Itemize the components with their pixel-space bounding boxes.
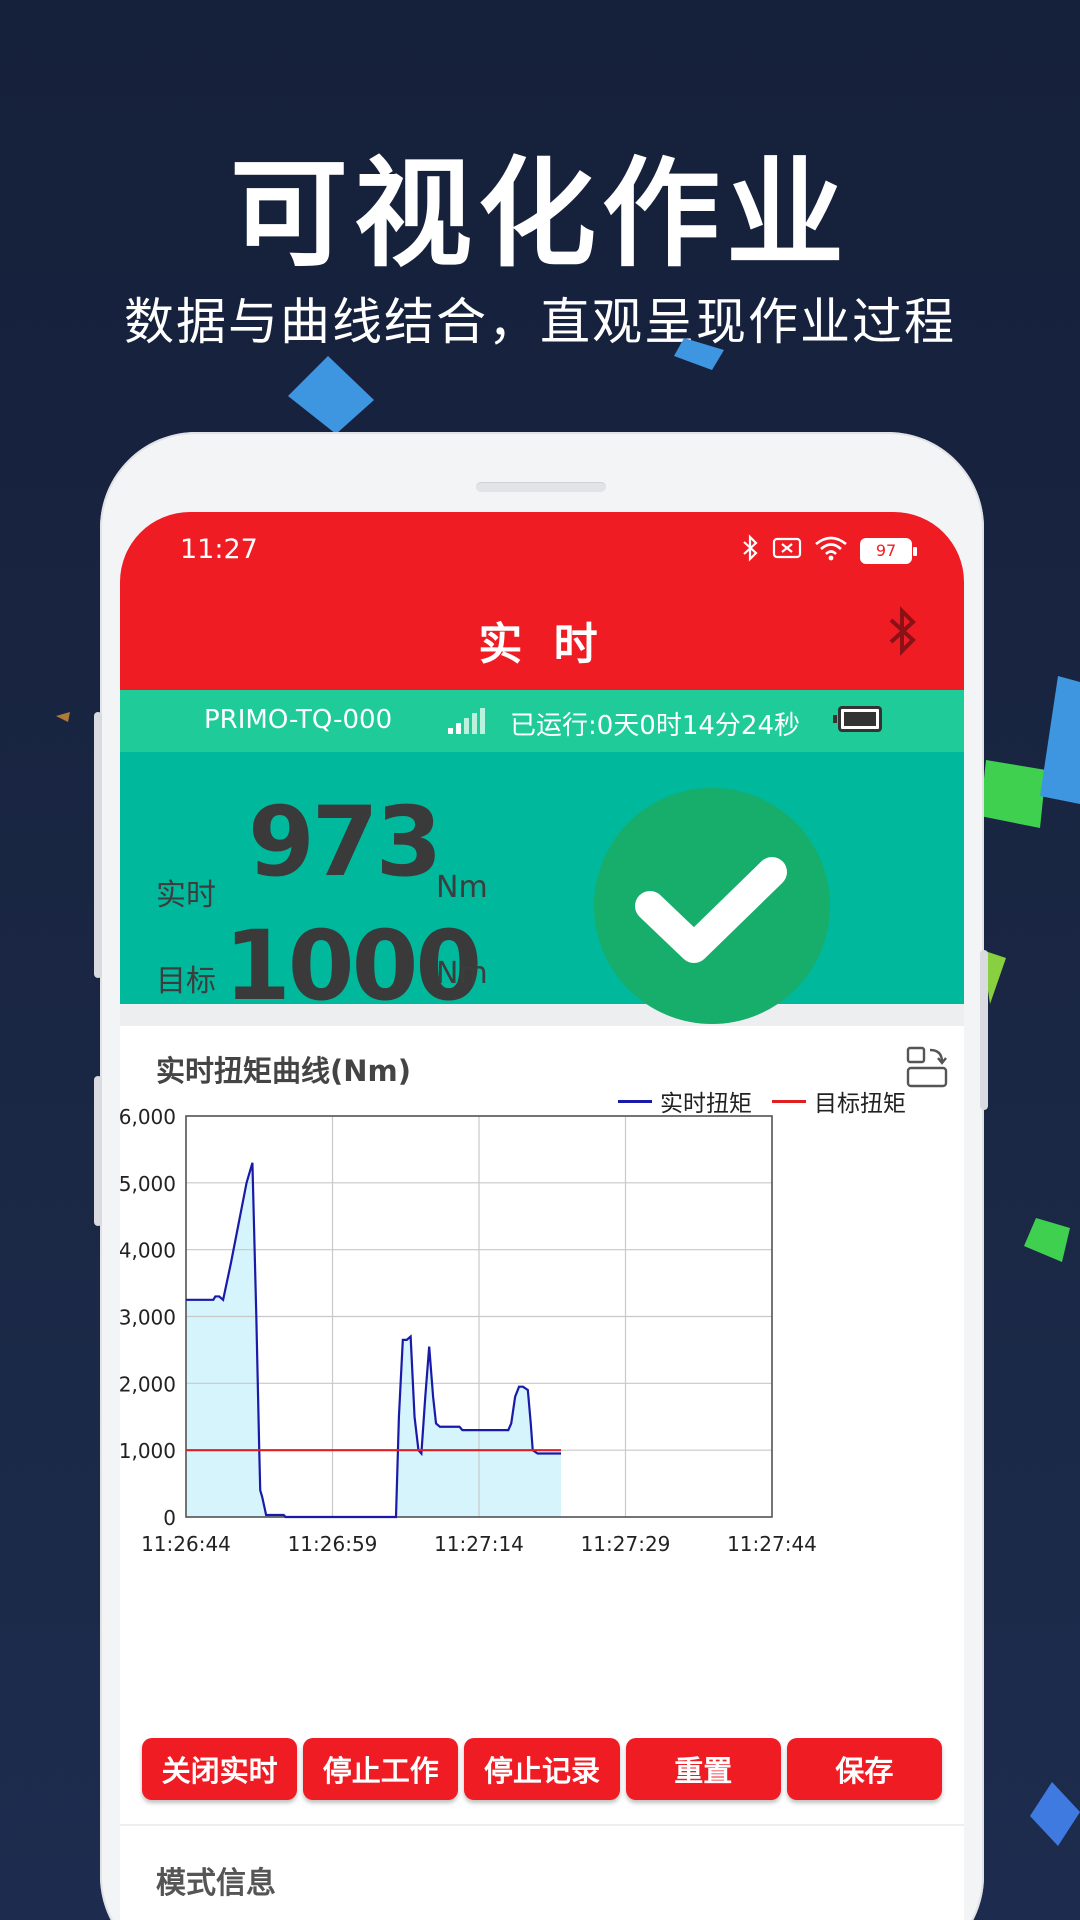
legend-swatch-realtime (618, 1099, 652, 1103)
reset-button[interactable]: 重置 (625, 1738, 781, 1800)
status-ok-badge (594, 788, 830, 1024)
mode-info-card[interactable]: 模式信息 (120, 1826, 964, 1920)
battery-status: 97 (860, 538, 917, 564)
torque-chart-card: 实时扭矩曲线(Nm) 实时扭矩 目标扭矩 6,000 5,000 4,000 3,00… (120, 1026, 964, 1738)
y-tick-label: 3,000 (120, 1306, 176, 1330)
app-bar: 11:27 97 实 时 (120, 512, 964, 690)
device-bar: PRIMO-TQ-000 已运行:0天0时14分24秒 (120, 690, 964, 752)
promo-subline: 数据与曲线结合，直观呈现作业过程 (124, 293, 956, 351)
mode-info-title: 模式信息 (156, 1866, 276, 1901)
sim-off-icon (772, 536, 802, 566)
signal-icon (448, 708, 485, 734)
device-name: PRIMO-TQ-000 (204, 705, 393, 735)
phone-side-button (94, 1076, 102, 1226)
confetti-shape (56, 712, 70, 722)
confetti-shape (1040, 676, 1080, 804)
x-tick-label: 11:27:44 (727, 1532, 817, 1556)
confetti-shape (288, 356, 374, 434)
stop-record-button[interactable]: 停止记录 (464, 1738, 620, 1800)
y-tick-label: 4,000 (120, 1239, 176, 1263)
y-tick-label: 1,000 (120, 1439, 176, 1463)
y-tick-label: 6,000 (120, 1105, 176, 1129)
rotate-screen-icon (906, 1046, 948, 1088)
wifi-icon (814, 535, 848, 567)
save-button[interactable]: 保存 (786, 1738, 943, 1800)
y-tick-label: 2,000 (120, 1372, 176, 1396)
page-title: 实 时 (478, 619, 606, 670)
torque-chart: 6,000 5,000 4,000 3,000 2,000 1,000 011:26:44 1… (120, 1105, 817, 1556)
x-tick-label: 11:27:29 (581, 1532, 671, 1556)
bluetooth-status-icon (742, 534, 760, 568)
app-screen: 11:27 97 实 时 PRIMO-TQ-000 已运行:0天0时14分24秒… (120, 512, 964, 1920)
rotate-screen-button[interactable] (904, 1044, 950, 1094)
confetti-shape (1030, 1782, 1080, 1846)
bluetooth-icon (889, 606, 916, 656)
close-realtime-button[interactable]: 关闭实时 (142, 1738, 298, 1800)
phone-side-button (980, 950, 988, 1110)
target-label: 目标 (156, 964, 216, 999)
measurement-panel: 实时 973 Nm 目标 1000 Nm (120, 752, 964, 1024)
legend-swatch-target (772, 1099, 806, 1103)
y-tick-label: 0 (163, 1506, 176, 1530)
stop-work-button[interactable]: 停止工作 (303, 1738, 459, 1800)
status-time: 11:27 (180, 534, 258, 565)
realtime-label: 实时 (156, 878, 216, 913)
target-unit: Nm (436, 956, 488, 991)
chart-title: 实时扭矩曲线(Nm) (156, 1054, 411, 1088)
x-tick-label: 11:27:14 (434, 1532, 524, 1556)
x-tick-label: 11:26:59 (288, 1532, 378, 1556)
realtime-value: 973 (248, 786, 442, 898)
promo-headline: 可视化作业 (229, 145, 850, 283)
confetti-shape (1024, 1218, 1070, 1262)
bluetooth-button[interactable] (888, 606, 918, 667)
phone-side-button (94, 712, 102, 978)
device-battery-icon (833, 706, 882, 732)
action-bar: 关闭实时 停止工作 停止记录 重置 保存 (120, 1738, 964, 1824)
status-icons: 97 (742, 534, 917, 568)
realtime-unit: Nm (436, 870, 488, 905)
y-tick-label: 5,000 (120, 1172, 176, 1196)
confetti-shape (674, 338, 724, 370)
phone-speaker (476, 482, 606, 492)
x-tick-label: 11:26:44 (141, 1532, 231, 1556)
runtime-text: 已运行:0天0时14分24秒 (510, 711, 801, 741)
check-icon (635, 857, 787, 963)
series-fill-area (186, 1162, 562, 1517)
